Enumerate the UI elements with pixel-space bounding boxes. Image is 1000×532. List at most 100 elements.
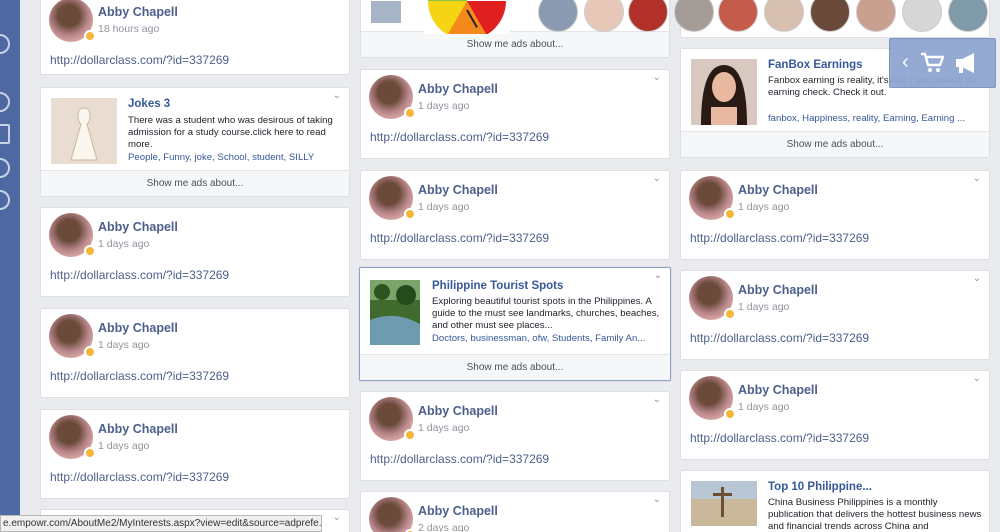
post-time[interactable]: 1 days ago [418,422,469,434]
ad-tags[interactable]: People, Funny, joke, School, student, SI… [128,152,342,163]
avatar[interactable] [369,497,416,532]
post-time[interactable]: 1 days ago [98,339,149,351]
badge-icon [724,408,736,420]
post-time[interactable]: 1 days ago [418,201,469,213]
chevron-down-icon[interactable]: ⌄ [973,373,981,384]
post-link[interactable]: http://dollarclass.com/?id=337269 [50,53,229,67]
people-icon[interactable] [0,158,10,178]
chevron-down-icon[interactable]: ⌄ [653,394,661,405]
badge-icon [84,447,96,459]
badge-icon [404,208,416,220]
ad-thumbnail[interactable] [370,280,420,345]
author-name[interactable]: Abby Chapell [98,220,178,234]
chevron-left-icon[interactable]: ‹ [902,50,909,74]
badge-icon [84,245,96,257]
post-link[interactable]: http://dollarclass.com/?id=337269 [50,268,229,282]
post-card: Abby Chapell 18 hours ago http://dollarc… [40,0,350,75]
chevron-down-icon[interactable]: ⌄ [333,90,341,101]
author-name[interactable]: Abby Chapell [418,183,498,197]
ad-thumbnail[interactable] [371,1,401,23]
avatar[interactable] [49,314,96,358]
avatar[interactable] [369,397,416,441]
ad-tags[interactable]: Doctors, businessman, ofw, Students, Fam… [432,333,662,344]
badge-icon [404,429,416,441]
ad-title[interactable]: Philippine Tourist Spots [432,280,563,292]
chevron-down-icon[interactable]: ⌄ [973,273,981,284]
avatar[interactable] [689,176,736,220]
avatar[interactable] [369,176,416,220]
post-link[interactable]: http://dollarclass.com/?id=337269 [50,470,229,484]
post-time[interactable]: 18 hours ago [98,23,159,35]
show-me-ads-button[interactable]: Show me ads about... [361,31,669,57]
show-me-ads-button[interactable]: Show me ads about... [360,354,670,380]
show-me-ads-button[interactable]: Show me ads about... [41,170,349,196]
post-time[interactable]: 1 days ago [418,100,469,112]
post-link[interactable]: http://dollarclass.com/?id=337269 [50,369,229,383]
globe-icon[interactable] [0,92,10,112]
shop-toolbar: ‹ [889,38,996,88]
ad-tags[interactable]: fanbox, Happiness, reality, Earning, Ear… [768,113,982,124]
avatar[interactable] [369,75,416,119]
avatar[interactable] [49,415,96,459]
post-time[interactable]: 1 days ago [98,440,149,452]
ad-title[interactable]: FanBox Earnings [768,59,863,71]
badge-icon [84,346,96,358]
ad-thumbnail[interactable] [691,59,757,125]
post-link[interactable]: http://dollarclass.com/?id=337269 [690,331,869,345]
post-link[interactable]: http://dollarclass.com/?id=337269 [370,231,549,245]
author-name[interactable]: Abby Chapell [738,283,818,297]
chevron-down-icon[interactable]: ⌄ [653,173,661,184]
ad-title[interactable]: Top 10 Philippine... [768,481,872,493]
ad-card-jokes: ⌄ Jokes 3 There was a student who was de… [40,87,350,197]
chevron-down-icon[interactable]: ⌄ [333,512,341,523]
post-time[interactable]: 1 days ago [738,301,789,313]
badge-icon [404,107,416,119]
show-me-ads-button[interactable]: Show me ads about... [681,131,989,157]
chevron-down-icon[interactable]: ⌄ [653,72,661,83]
post-link[interactable]: http://dollarclass.com/?id=337269 [690,231,869,245]
ad-description: There was a student who was desirous of … [128,115,333,150]
chevron-down-icon[interactable]: ⌄ [654,270,662,281]
author-name[interactable]: Abby Chapell [738,383,818,397]
author-name[interactable]: Abby Chapell [98,5,178,19]
post-time[interactable]: 1 days ago [738,201,789,213]
author-name[interactable]: Abby Chapell [418,404,498,418]
megaphone-icon[interactable] [954,51,980,75]
author-name[interactable]: Abby Chapell [738,183,818,197]
post-time[interactable]: 1 days ago [98,238,149,250]
shopping-cart-icon[interactable] [920,52,944,74]
post-time[interactable]: 2 days ago [418,522,469,532]
author-name[interactable]: Abby Chapell [98,422,178,436]
ad-card-tourist: ⌄ Philippine Tourist Spots Exploring bea… [359,267,671,381]
browser-status-bar: e.empowr.com/AboutMe2/MyInterests.aspx?v… [0,515,322,532]
score-gauge[interactable] [424,0,510,34]
badge-icon [724,208,736,220]
photos-icon[interactable] [0,124,10,144]
post-card: Abby Chapell 1 days ago http://dollarcla… [40,409,350,499]
post-link[interactable]: http://dollarclass.com/?id=337269 [690,431,869,445]
compass-icon[interactable] [0,190,10,210]
avatar[interactable] [49,213,96,257]
post-card: ⌄ Abby Chapell 1 days ago http://dollarc… [680,170,990,260]
author-name[interactable]: Abby Chapell [418,82,498,96]
left-rail [0,0,20,532]
post-link[interactable]: http://dollarclass.com/?id=337269 [370,130,549,144]
avatar[interactable] [49,0,96,42]
avatar[interactable] [689,376,736,420]
ad-card-top10: Top 10 Philippine... China Business Phil… [680,470,990,532]
post-card: ⌄ Abby Chapell 1 days ago http://dollarc… [360,69,670,159]
author-name[interactable]: Abby Chapell [98,321,178,335]
post-card: ⌄ Abby Chapell 2 days ago [360,491,670,532]
chevron-down-icon[interactable]: ⌄ [653,494,661,505]
avatar[interactable] [689,276,736,320]
ad-title[interactable]: Jokes 3 [128,98,170,110]
author-name[interactable]: Abby Chapell [418,504,498,518]
ad-description: China Business Philippines is a monthly … [768,497,982,532]
chevron-down-icon[interactable]: ⌄ [973,173,981,184]
ad-thumbnail[interactable] [691,481,757,526]
post-link[interactable]: http://dollarclass.com/?id=337269 [370,452,549,466]
post-time[interactable]: 1 days ago [738,401,789,413]
post-card: Abby Chapell 1 days ago http://dollarcla… [40,207,350,297]
ad-thumbnail[interactable] [51,98,117,164]
profile-icon[interactable] [0,34,10,54]
